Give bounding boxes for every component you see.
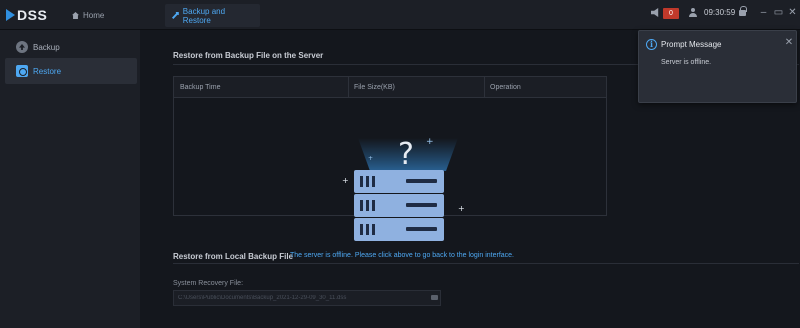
speaker-icon[interactable] [651, 8, 659, 17]
offline-link[interactable]: The server is offline. Please click abov… [290, 252, 514, 259]
clock: 09:30:59 [704, 8, 736, 17]
folder-icon[interactable] [431, 295, 438, 300]
column-operation: Operation [490, 84, 521, 91]
info-icon: i [646, 39, 657, 50]
restore-icon [16, 65, 28, 77]
home-icon [72, 12, 79, 19]
empty-state-illustration: ? + + + + [342, 137, 465, 241]
logo-mark-icon [6, 9, 15, 21]
column-divider [484, 77, 485, 98]
app-logo: DSS [6, 6, 47, 24]
maximize-button[interactable]: ▭ [773, 7, 784, 19]
recovery-file-label: System Recovery File: [173, 280, 244, 287]
close-window-button[interactable]: ✕ [787, 7, 798, 19]
sidebar: Backup Restore [0, 30, 140, 328]
user-icon[interactable] [689, 8, 697, 17]
column-divider [348, 77, 349, 98]
prompt-message-dialog: i Prompt Message ✕ Server is offline. [638, 30, 797, 103]
svg-text:+: + [458, 204, 465, 213]
sidebar-item-label: Backup [33, 42, 60, 52]
section-divider [173, 263, 799, 264]
upload-icon [16, 41, 28, 53]
tab-backup-label: Backup and Restore [182, 6, 226, 25]
column-file-size: File Size(KB) [354, 84, 395, 91]
server-stack-icon [354, 170, 444, 241]
server-section-title: Restore from Backup File on the Server [173, 51, 324, 60]
svg-text:+: + [342, 176, 349, 185]
column-backup-time: Backup Time [180, 84, 221, 91]
svg-text:+: + [368, 155, 373, 162]
top-bar: DSS Home Backup and Restore 0 09:30:59 –… [0, 0, 800, 30]
recovery-file-input[interactable] [173, 290, 441, 306]
table-header: Backup Time File Size(KB) Operation [174, 77, 606, 98]
minimize-button[interactable]: – [758, 7, 769, 19]
prompt-title: Prompt Message [661, 40, 722, 49]
wrench-icon [172, 12, 179, 19]
sidebar-item-restore[interactable]: Restore [5, 58, 137, 84]
tab-backup-and-restore[interactable]: Backup and Restore [165, 4, 260, 27]
app-name: DSS [17, 7, 48, 23]
lock-icon[interactable] [739, 6, 747, 16]
local-section-title: Restore from Local Backup File [173, 252, 294, 261]
close-prompt-button[interactable]: ✕ [784, 37, 794, 49]
tab-home-label: Home [83, 11, 105, 20]
svg-text:+: + [426, 137, 434, 147]
sidebar-item-label: Restore [33, 66, 62, 76]
tab-home[interactable]: Home [65, 4, 155, 27]
prompt-message: Server is offline. [661, 59, 712, 66]
alarm-count-badge[interactable]: 0 [663, 8, 679, 19]
sidebar-item-backup[interactable]: Backup [5, 34, 137, 60]
svg-text:?: ? [398, 137, 414, 172]
